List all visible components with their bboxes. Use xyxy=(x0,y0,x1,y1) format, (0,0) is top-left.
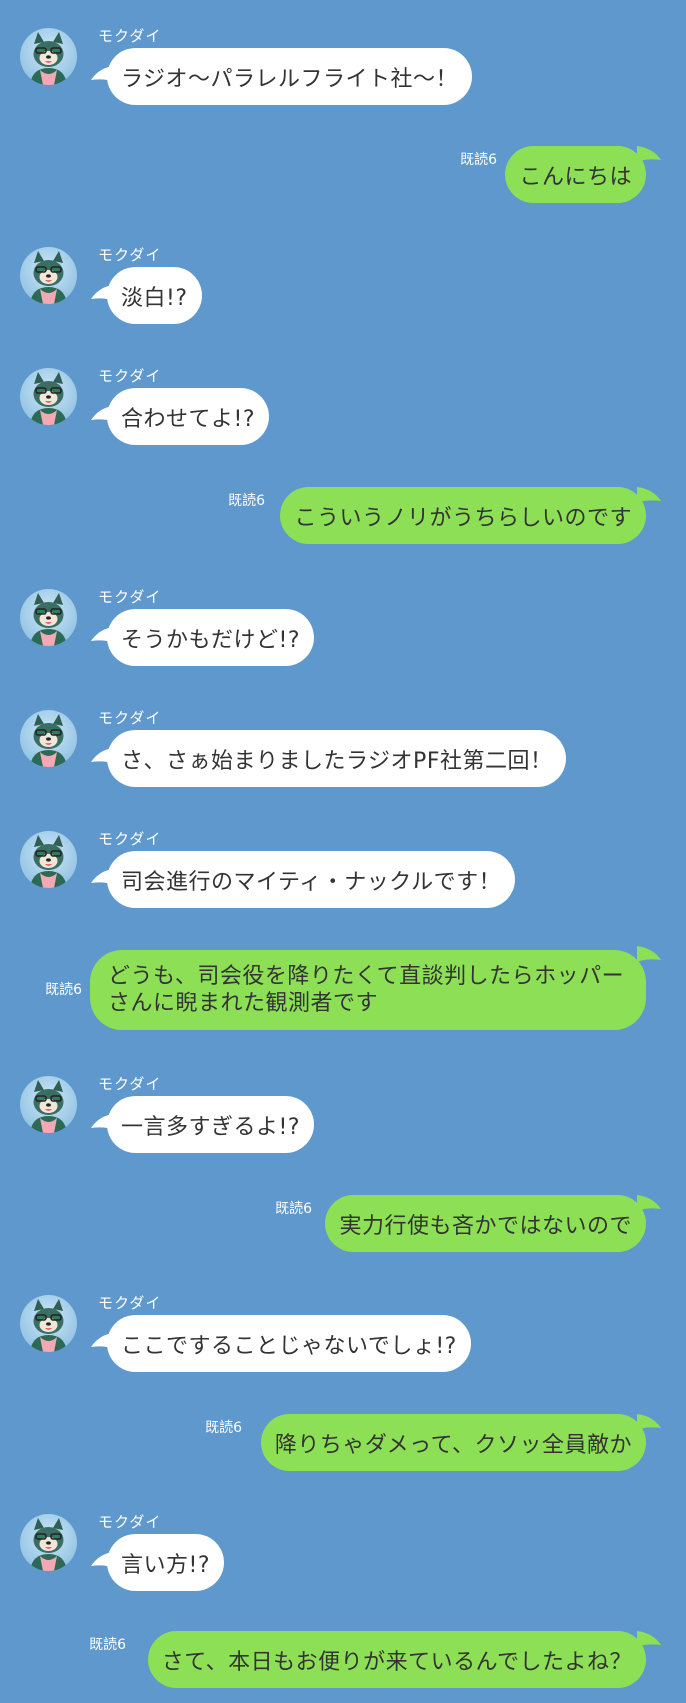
message-bubble[interactable]: さて、本日もお便りが来ているんでしたよね？ xyxy=(147,1631,646,1688)
wolf-avatar-icon xyxy=(30,32,67,85)
message-bubble[interactable]: 降りちゃダメって、クソッ全員敵か xyxy=(260,1414,646,1471)
avatar[interactable] xyxy=(20,831,77,888)
message-bubble[interactable]: こんにちは xyxy=(505,146,646,203)
bubble-tail xyxy=(637,946,661,962)
sender-name: モクダイ xyxy=(98,1294,162,1312)
sender-name: モクダイ xyxy=(98,367,162,385)
sender-name: モクダイ xyxy=(98,588,162,606)
message-bubble[interactable]: 合わせてよ!? xyxy=(107,388,269,445)
sender-name: モクダイ xyxy=(98,27,162,45)
sender-name: モクダイ xyxy=(98,830,162,848)
message-text: こういうノリがうちらしいのです xyxy=(294,505,632,531)
message-text: 合わせてよ!? xyxy=(121,406,255,432)
wolf-avatar-icon xyxy=(30,372,67,425)
message-text: さて、本日もお便りが来ているんでしたよね？ xyxy=(161,1649,632,1675)
avatar[interactable] xyxy=(20,1076,77,1133)
wolf-avatar-icon xyxy=(30,251,67,304)
avatar[interactable] xyxy=(20,1295,77,1352)
sender-name: モクダイ xyxy=(98,709,162,727)
message-text: さ、さぁ始まりましたラジオPF社第二回！ xyxy=(121,748,553,774)
message-text: 言い方!? xyxy=(121,1552,210,1578)
message-text: 実力行使も吝かではないので xyxy=(339,1213,632,1239)
message-bubble[interactable]: ここですることじゃないでしょ!? xyxy=(107,1315,471,1372)
message-text: どうも、司会役を降りたくて直談判したらホッパーさんに睨まれた観測者です xyxy=(108,964,625,1016)
message-text: 淡白!? xyxy=(121,285,188,311)
message-bubble[interactable]: そうかもだけど!? xyxy=(107,609,314,666)
message-text: 一言多すぎるよ!? xyxy=(121,1114,300,1140)
message-bubble[interactable]: 司会進行のマイティ・ナックルです！ xyxy=(107,851,516,908)
message-bubble[interactable]: 言い方!? xyxy=(107,1534,224,1591)
message-text: 降りちゃダメって、クソッ全員敵か xyxy=(274,1432,632,1458)
wolf-avatar-icon xyxy=(30,1299,67,1352)
avatar[interactable] xyxy=(20,368,77,425)
avatar[interactable] xyxy=(20,247,77,304)
message-bubble[interactable]: 実力行使も吝かではないので xyxy=(325,1195,646,1252)
avatar[interactable] xyxy=(20,589,77,646)
read-receipt: 既読6 xyxy=(205,1420,242,1436)
read-receipt: 既読6 xyxy=(228,493,265,509)
message-text: こんにちは xyxy=(519,164,632,190)
sender-name: モクダイ xyxy=(98,246,162,264)
message-text: そうかもだけど!? xyxy=(121,627,300,653)
wolf-avatar-icon xyxy=(30,593,67,646)
message-bubble[interactable]: こういうノリがうちらしいのです xyxy=(280,487,646,544)
message-bubble[interactable]: ラジオ〜パラレルフライト社〜！ xyxy=(107,48,473,105)
sender-name: モクダイ xyxy=(98,1513,162,1531)
wolf-avatar-icon xyxy=(30,1080,67,1133)
avatar[interactable] xyxy=(20,710,77,767)
message-text: ラジオ〜パラレルフライト社〜！ xyxy=(121,66,459,92)
message-bubble[interactable]: さ、さぁ始まりましたラジオPF社第二回！ xyxy=(107,730,567,787)
wolf-avatar-icon xyxy=(30,1518,67,1571)
message-text: ここですることじゃないでしょ!? xyxy=(121,1333,457,1359)
avatar[interactable] xyxy=(20,1514,77,1571)
message-text: 司会進行のマイティ・ナックルです！ xyxy=(121,869,502,895)
message-bubble[interactable]: 一言多すぎるよ!? xyxy=(107,1096,314,1153)
avatar[interactable] xyxy=(20,28,77,85)
read-receipt: 既読6 xyxy=(89,1637,126,1653)
message-bubble[interactable]: 淡白!? xyxy=(107,267,202,324)
wolf-avatar-icon xyxy=(30,714,67,767)
sender-name: モクダイ xyxy=(98,1075,162,1093)
message-bubble[interactable]: どうも、司会役を降りたくて直談判したらホッパーさんに睨まれた観測者です xyxy=(90,950,646,1030)
read-receipt: 既読6 xyxy=(45,982,82,998)
read-receipt: 既読6 xyxy=(275,1201,312,1217)
wolf-avatar-icon xyxy=(30,835,67,888)
read-receipt: 既読6 xyxy=(460,152,497,168)
